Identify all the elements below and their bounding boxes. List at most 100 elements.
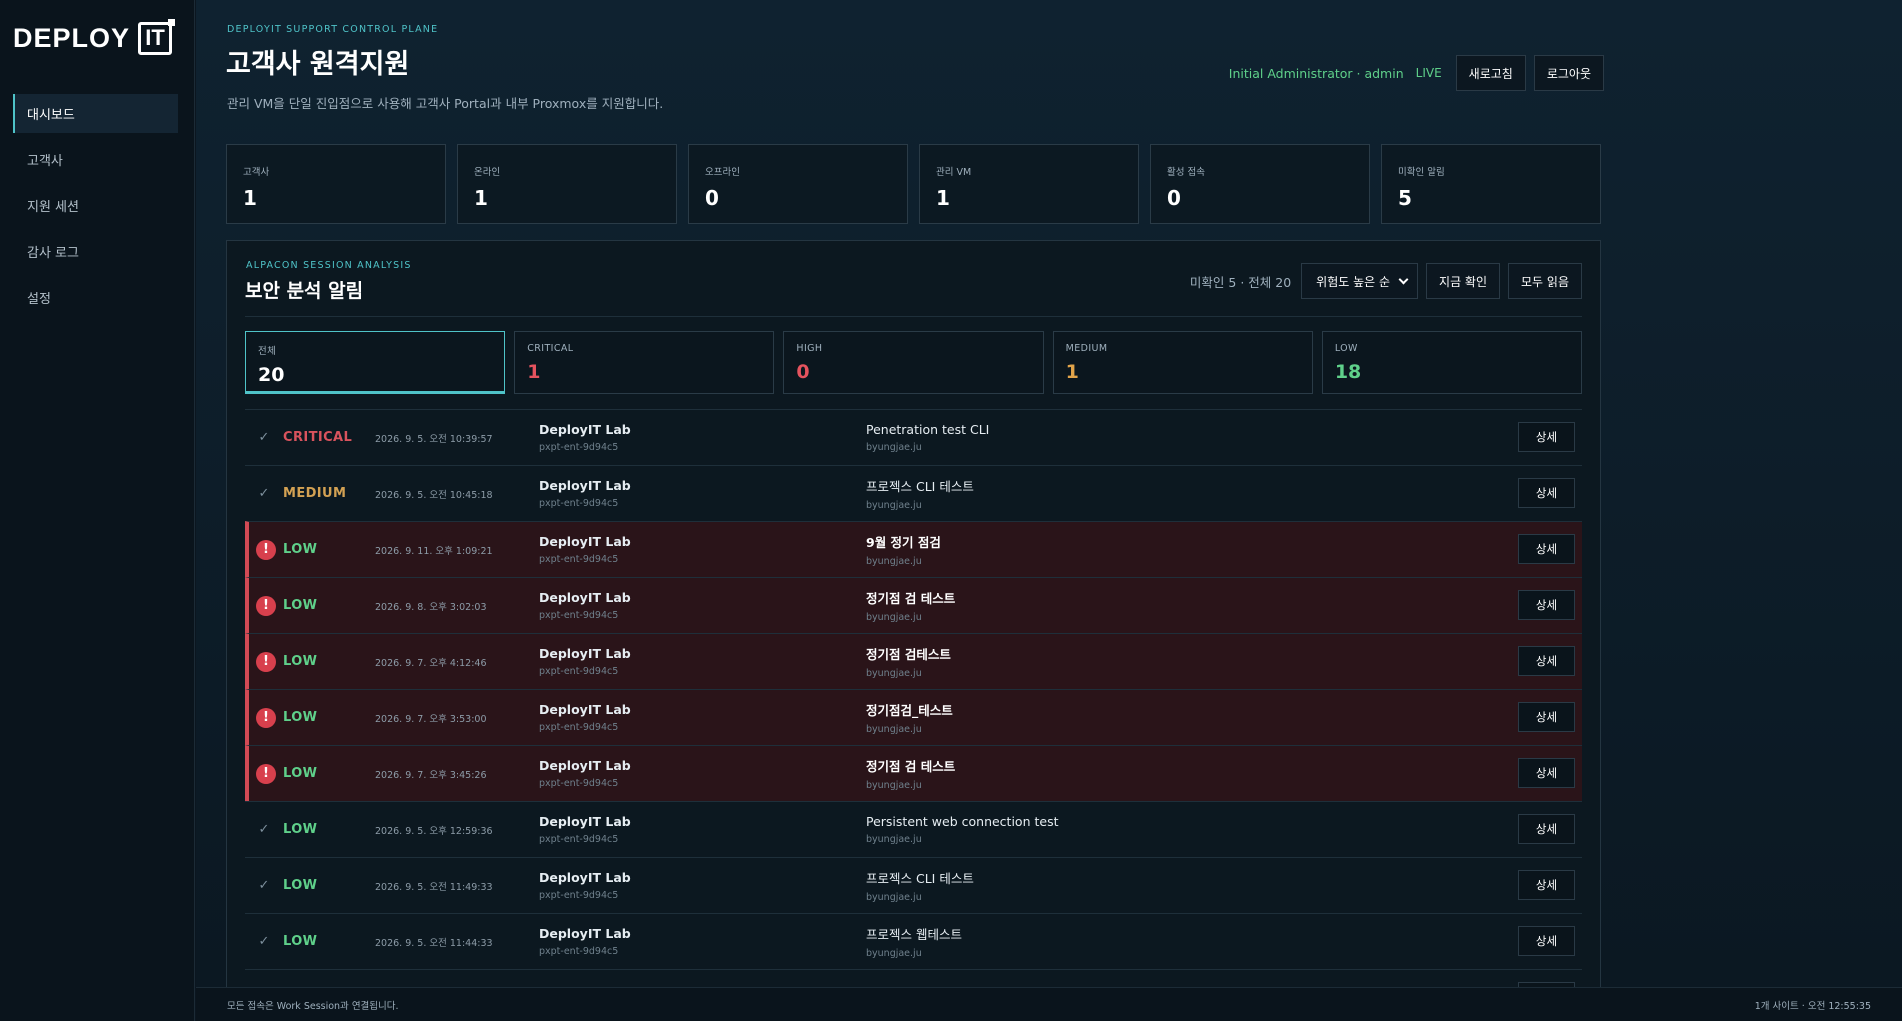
session-name: 프로젝스 웹테스트	[866, 927, 962, 942]
alert-row[interactable]: ! LOW 2026. 9. 7. 오후 3:45:26 DeployIT Lab px…	[245, 745, 1582, 801]
detail-button[interactable]: 상세	[1518, 926, 1575, 956]
filter-high[interactable]: HIGH 0	[783, 331, 1044, 394]
sidebar-item-dashboard[interactable]: 대시보드	[13, 94, 178, 133]
filter-low[interactable]: LOW 18	[1321, 331, 1583, 394]
sidebar-item-settings[interactable]: 설정	[13, 278, 178, 317]
site-name: DeployIT Lab	[539, 870, 631, 885]
stat-value: 5	[1398, 186, 1412, 210]
stat-value: 0	[1167, 186, 1181, 210]
stat-card-customers: 고객사 1	[226, 144, 446, 224]
check-now-button[interactable]: 지금 확인	[1426, 263, 1501, 299]
alert-row[interactable]: ! LOW 2026. 9. 11. 오후 1:09:21 DeployIT Lab p…	[245, 521, 1582, 577]
session-user: byungjae.ju	[866, 948, 922, 959]
alert-list: ✓ CRITICAL 2026. 9. 5. 오전 10:39:57 DeployIT…	[245, 409, 1582, 999]
alert-row[interactable]: ✓ LOW 2026. 9. 5. 오전 11:44:33 DeployIT Lab p…	[245, 913, 1582, 969]
session-cell: 정기점검_테스트 byungjae.ju	[866, 700, 1582, 735]
alert-timestamp: 2026. 9. 5. 오전 11:49:33	[375, 881, 493, 893]
page-eyebrow: DEPLOYIT SUPPORT CONTROL PLANE	[227, 24, 439, 35]
alert-row[interactable]: ✓ LOW 2026. 9. 5. 오후 12:59:36 DeployIT Lab p…	[245, 801, 1582, 857]
detail-button[interactable]: 상세	[1518, 870, 1575, 900]
sidebar-item-customers[interactable]: 고객사	[13, 140, 178, 179]
unread-marker: !	[249, 763, 283, 784]
alert-timestamp: 2026. 9. 5. 오후 12:59:36	[375, 825, 493, 837]
panel-title: 보안 분석 알림	[245, 280, 364, 302]
alert-row[interactable]: ✓ MEDIUM 2026. 9. 5. 오전 10:45:18 DeployIT L…	[245, 465, 1582, 521]
stat-label: 오프라인	[705, 167, 740, 178]
refresh-button[interactable]: 새로고침	[1455, 55, 1526, 91]
site-name: DeployIT Lab	[539, 534, 631, 549]
detail-button[interactable]: 상세	[1518, 422, 1575, 452]
detail-button[interactable]: 상세	[1518, 814, 1575, 844]
session-user: byungjae.ju	[866, 668, 922, 679]
alert-row[interactable]: ! LOW 2026. 9. 8. 오후 3:02:03 DeployIT Lab px…	[245, 577, 1582, 633]
filter-label: MEDIUM	[1065, 343, 1108, 354]
session-name: 정기점 검 테스트	[866, 591, 956, 606]
session-user: byungjae.ju	[866, 500, 922, 511]
severity-label: LOW	[283, 710, 318, 725]
status-bar: 모든 접속은 Work Session과 연결됩니다. 1개 사이트 · 오전 …	[196, 987, 1902, 1021]
check-icon: ✓	[258, 486, 270, 501]
stat-card-active-connections: 활성 접속 0	[1150, 144, 1370, 224]
filter-count: 0	[796, 361, 810, 383]
chevron-down-icon	[1398, 274, 1409, 284]
stats-row: 고객사 1 온라인 1 오프라인 0 관리 VM 1 활성 접속 0 미확인 알…	[226, 144, 1601, 224]
alert-timestamp: 2026. 9. 7. 오후 4:12:46	[375, 657, 487, 669]
detail-button[interactable]: 상세	[1518, 646, 1575, 676]
unread-marker: !	[249, 651, 283, 672]
severity-label: LOW	[283, 822, 318, 837]
site-id: pxpt-ent-9d94c5	[539, 778, 619, 789]
alert-timestamp: 2026. 9. 7. 오후 3:45:26	[375, 769, 487, 781]
severity-label: MEDIUM	[283, 486, 347, 501]
alert-icon: !	[256, 763, 276, 784]
page-description: 관리 VM을 단일 진입점으로 사용해 고객사 Portal과 내부 Proxm…	[227, 96, 664, 111]
alert-row[interactable]: ✓ LOW 2026. 9. 5. 오전 11:49:33 DeployIT Lab p…	[245, 857, 1582, 913]
detail-button[interactable]: 상세	[1518, 702, 1575, 732]
site-name: DeployIT Lab	[539, 926, 631, 941]
sidebar-item-audit-log[interactable]: 감사 로그	[13, 232, 178, 271]
alert-row[interactable]: ✓ CRITICAL 2026. 9. 5. 오전 10:39:57 DeployIT…	[245, 409, 1582, 465]
alert-icon: !	[256, 707, 276, 728]
detail-button[interactable]: 상세	[1518, 534, 1575, 564]
detail-button[interactable]: 상세	[1518, 478, 1575, 508]
logo[interactable]: DEPLOY IT	[13, 18, 176, 56]
filter-전체[interactable]: 전체 20	[245, 331, 506, 394]
footer-status: 1개 사이트 · 오전 12:55:35	[1754, 1000, 1871, 1012]
site-cell: DeployIT Lab pxpt-ent-9d94c5	[539, 422, 866, 453]
alert-row[interactable]: ! LOW 2026. 9. 7. 오후 4:12:46 DeployIT Lab px…	[245, 633, 1582, 689]
session-user: byungjae.ju	[866, 556, 922, 567]
stat-value: 1	[243, 186, 257, 210]
site-name: DeployIT Lab	[539, 590, 631, 605]
alert-timestamp: 2026. 9. 5. 오전 10:45:18	[375, 489, 493, 501]
session-name: 정기점 검 테스트	[866, 759, 956, 774]
sidebar-item-support-sessions[interactable]: 지원 세션	[13, 186, 178, 225]
unread-marker: !	[249, 595, 283, 616]
session-name: 9월 정기 점검	[866, 535, 941, 550]
filter-medium[interactable]: MEDIUM 1	[1052, 331, 1313, 394]
site-cell: DeployIT Lab pxpt-ent-9d94c5	[539, 758, 866, 789]
session-user: byungjae.ju	[866, 442, 922, 453]
logo-mark: IT	[138, 18, 176, 55]
live-badge: LIVE	[1415, 66, 1442, 80]
check-icon: ✓	[258, 878, 270, 893]
site-name: DeployIT Lab	[539, 646, 631, 661]
severity-filters: 전체 20 CRITICAL 1 HIGH 0 MEDIUM 1 LOW 18	[245, 331, 1583, 394]
stat-label: 관리 VM	[936, 167, 972, 178]
session-user: byungjae.ju	[866, 724, 922, 735]
site-cell: DeployIT Lab pxpt-ent-9d94c5	[539, 870, 866, 901]
read-marker: ✓	[245, 822, 283, 837]
site-cell: DeployIT Lab pxpt-ent-9d94c5	[539, 534, 866, 565]
alert-row[interactable]: ! LOW 2026. 9. 7. 오후 3:53:00 DeployIT Lab px…	[245, 689, 1582, 745]
logout-button[interactable]: 로그아웃	[1533, 55, 1604, 91]
site-cell: DeployIT Lab pxpt-ent-9d94c5	[539, 590, 866, 621]
detail-button[interactable]: 상세	[1518, 758, 1575, 788]
site-id: pxpt-ent-9d94c5	[539, 442, 619, 453]
session-user: byungjae.ju	[866, 892, 922, 903]
filter-critical[interactable]: CRITICAL 1	[514, 331, 775, 394]
stat-value: 0	[705, 186, 719, 210]
filter-label: HIGH	[796, 343, 823, 354]
sort-select[interactable]: 위험도 높은 순	[1301, 263, 1419, 299]
alert-timestamp: 2026. 9. 11. 오후 1:09:21	[375, 545, 493, 557]
filter-count: 18	[1334, 361, 1362, 383]
detail-button[interactable]: 상세	[1518, 590, 1575, 620]
mark-all-read-button[interactable]: 모두 읽음	[1508, 263, 1582, 299]
